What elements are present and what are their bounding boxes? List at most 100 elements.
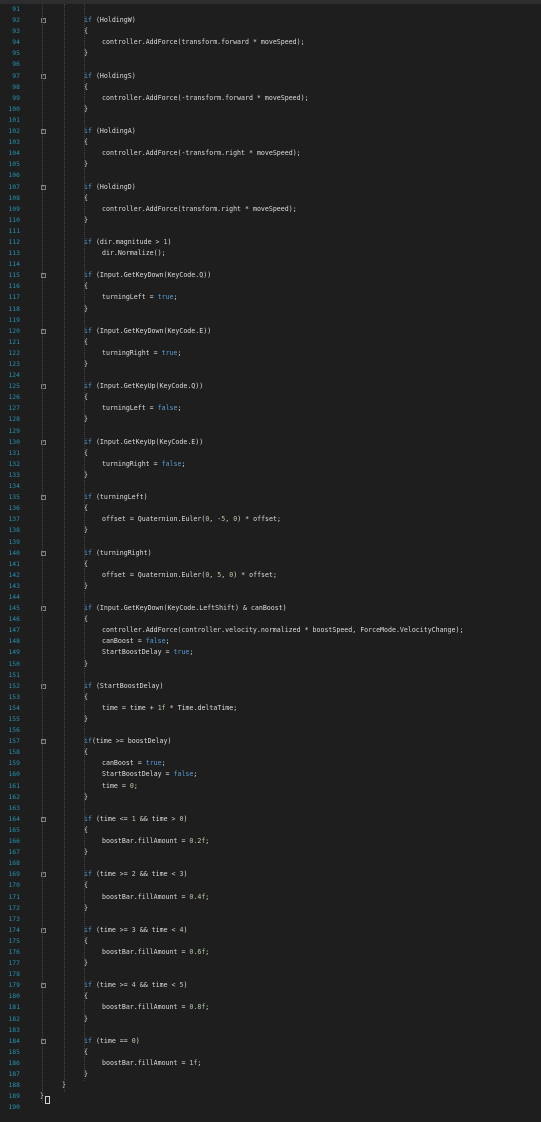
code-line[interactable]: } [40, 903, 540, 914]
code-line[interactable]: - if (Input.GetKeyDown(KeyCode.E)) [40, 326, 540, 337]
code-line[interactable]: } [40, 159, 540, 170]
code-line[interactable]: { [40, 1047, 540, 1058]
code-line[interactable]: } [40, 847, 540, 858]
code-line[interactable] [40, 858, 540, 869]
code-line[interactable]: - if (StartBoostDelay) [40, 681, 540, 692]
code-line[interactable]: - if (Input.GetKeyUp(KeyCode.Q)) [40, 381, 540, 392]
code-line[interactable] [40, 4, 540, 15]
code-line[interactable]: boostBar.fillAmount = 0.8f; [40, 1002, 540, 1013]
code-line[interactable]: if (dir.magnitude > 1) [40, 237, 540, 248]
code-line[interactable]: } [40, 659, 540, 670]
code-line[interactable]: { [40, 614, 540, 625]
code-line[interactable]: - if (HoldingS) [40, 71, 540, 82]
code-line[interactable]: { [40, 825, 540, 836]
code-line[interactable]: } [40, 414, 540, 425]
code-line[interactable]: { [40, 503, 540, 514]
code-line[interactable]: offset = Quaternion.Euler(0, 5, 0) * off… [40, 570, 540, 581]
code-line[interactable]: } [40, 581, 540, 592]
code-line[interactable]: controller.AddForce(transform.forward * … [40, 37, 540, 48]
code-line[interactable]: controller.AddForce(controller.velocity.… [40, 625, 540, 636]
code-line[interactable] [40, 170, 540, 181]
code-line[interactable] [40, 426, 540, 437]
code-line[interactable] [40, 914, 540, 925]
code-line[interactable]: - if (HoldingW) [40, 15, 540, 26]
code-line[interactable]: - if (Input.GetKeyDown(KeyCode.Q)) [40, 270, 540, 281]
code-line[interactable]: turningLeft = false; [40, 403, 540, 414]
code-line[interactable]: boostBar.fillAmount = 0.4f; [40, 892, 540, 903]
code-line[interactable] [40, 59, 540, 70]
code-line[interactable]: } [40, 104, 540, 115]
code-line[interactable]: - if(time >= boostDelay) [40, 736, 540, 747]
code-line[interactable]: } [40, 792, 540, 803]
code-line[interactable]: } [40, 1080, 540, 1091]
code-line[interactable]: { [40, 936, 540, 947]
code-line[interactable]: boostBar.fillAmount = 0.6f; [40, 947, 540, 958]
code-line[interactable]: turningRight = false; [40, 459, 540, 470]
code-line[interactable]: boostBar.fillAmount = 0.2f; [40, 836, 540, 847]
code-line[interactable] [40, 670, 540, 681]
code-line[interactable]: { [40, 82, 540, 93]
code-line[interactable]: } [40, 304, 540, 315]
code-line[interactable]: boostBar.fillAmount = 1f; [40, 1058, 540, 1069]
code-line[interactable]: offset = Quaternion.Euler(0, -5, 0) * of… [40, 514, 540, 525]
code-line[interactable] [40, 537, 540, 548]
code-line[interactable]: { [40, 392, 540, 403]
code-line[interactable]: time = time + 1f * Time.deltaTime; [40, 703, 540, 714]
code-line[interactable]: { [40, 880, 540, 891]
code-line[interactable]: - if (time <= 1 && time > 0) [40, 814, 540, 825]
code-line[interactable]: StartBoostDelay = false; [40, 769, 540, 780]
code-line[interactable]: controller.AddForce(-transform.right * m… [40, 148, 540, 159]
code-line[interactable]: } [40, 48, 540, 59]
code-line[interactable]: - if (turningRight) [40, 548, 540, 559]
code-editor[interactable]: 91 92 93 94 95 96 97 98 99 100 101 102 103 104 105 106 1… [0, 0, 541, 1122]
code-line[interactable]: { [40, 559, 540, 570]
code-line[interactable]: { [40, 448, 540, 459]
code-line[interactable]: { [40, 692, 540, 703]
code-line[interactable] [40, 969, 540, 980]
code-line[interactable]: - if (time >= 2 && time < 3) [40, 869, 540, 880]
code-line[interactable] [40, 1025, 540, 1036]
code-line[interactable]: } [40, 1091, 540, 1102]
code-line[interactable] [40, 259, 540, 270]
code-line[interactable]: } [40, 215, 540, 226]
code-line[interactable] [40, 115, 540, 126]
code-line[interactable]: turningLeft = true; [40, 292, 540, 303]
code-line[interactable] [40, 1102, 540, 1113]
code-line[interactable]: } [40, 1069, 540, 1080]
code-line[interactable]: - if (HoldingA) [40, 126, 540, 137]
code-line[interactable]: time = 0; [40, 781, 540, 792]
code-area[interactable]: - if (HoldingW){controller.AddForce(trans… [40, 4, 540, 1113]
code-line[interactable]: dir.Normalize(); [40, 248, 540, 259]
code-line[interactable]: - if (time == 0) [40, 1036, 540, 1047]
code-line[interactable]: - if (time >= 4 && time < 5) [40, 980, 540, 991]
code-line[interactable]: } [40, 470, 540, 481]
code-line[interactable]: } [40, 714, 540, 725]
code-line[interactable]: { [40, 337, 540, 348]
code-line[interactable]: { [40, 193, 540, 204]
code-line[interactable] [40, 725, 540, 736]
code-line[interactable]: } [40, 1014, 540, 1025]
code-line[interactable]: { [40, 281, 540, 292]
code-line[interactable]: - if (Input.GetKeyDown(KeyCode.LeftShift)… [40, 603, 540, 614]
code-line[interactable] [40, 315, 540, 326]
code-line[interactable]: StartBoostDelay = true; [40, 647, 540, 658]
code-line[interactable]: } [40, 525, 540, 536]
code-line[interactable] [40, 803, 540, 814]
code-line[interactable] [40, 226, 540, 237]
code-line[interactable]: turningRight = true; [40, 348, 540, 359]
code-line[interactable]: { [40, 26, 540, 37]
code-line[interactable]: { [40, 137, 540, 148]
code-line[interactable]: } [40, 958, 540, 969]
code-line[interactable] [40, 592, 540, 603]
code-line[interactable]: canBoost = true; [40, 758, 540, 769]
code-line[interactable]: } [40, 359, 540, 370]
code-line[interactable]: { [40, 747, 540, 758]
code-line[interactable] [40, 481, 540, 492]
code-line[interactable]: - if (turningLeft) [40, 492, 540, 503]
code-line[interactable]: controller.AddForce(-transform.forward *… [40, 93, 540, 104]
code-line[interactable]: - if (Input.GetKeyUp(KeyCode.E)) [40, 437, 540, 448]
code-line[interactable]: controller.AddForce(transform.right * mo… [40, 204, 540, 215]
code-line[interactable]: canBoost = false; [40, 636, 540, 647]
code-line[interactable]: - if (time >= 3 && time < 4) [40, 925, 540, 936]
code-line[interactable]: { [40, 991, 540, 1002]
